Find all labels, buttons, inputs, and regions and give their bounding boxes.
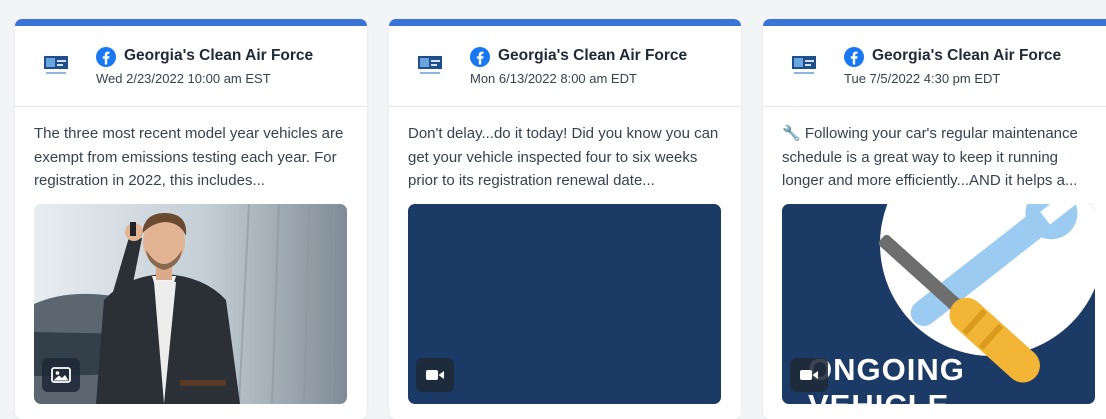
post-card[interactable]: Georgia's Clean Air Force Mon 6/13/2022 … — [389, 19, 741, 419]
post-text: Don't delay...do it today! Did you know … — [408, 125, 719, 189]
card-accent-bar — [389, 19, 741, 26]
page-logo-icon — [792, 56, 816, 74]
page-logo-icon — [44, 56, 68, 74]
post-card[interactable]: Georgia's Clean Air Force Wed 2/23/2022 … — [15, 19, 367, 419]
card-accent-bar — [15, 19, 367, 26]
post-media-video[interactable] — [408, 204, 721, 404]
post-text: 🔧 Following your car's regular maintenan… — [782, 125, 1078, 189]
post-card[interactable]: Georgia's Clean Air Force Tue 7/5/2022 4… — [763, 19, 1106, 419]
image-type-badge — [42, 358, 80, 392]
post-text: The three most recent model year vehicle… — [34, 125, 344, 189]
video-icon — [426, 370, 444, 380]
post-media-video[interactable]: ONGOING VEHICLE — [782, 204, 1095, 404]
page-name[interactable]: Georgia's Clean Air Force — [498, 47, 687, 65]
video-icon — [800, 370, 818, 380]
facebook-icon — [470, 47, 490, 67]
video-type-badge — [416, 358, 454, 392]
post-timestamp: Wed 2/23/2022 10:00 am EST — [96, 71, 271, 86]
card-header: Georgia's Clean Air Force Tue 7/5/2022 4… — [763, 26, 1106, 107]
card-header: Georgia's Clean Air Force Mon 6/13/2022 … — [389, 26, 741, 107]
facebook-icon — [96, 47, 116, 67]
video-type-badge — [790, 358, 828, 392]
page-logo-icon — [418, 56, 442, 74]
businessman-photo — [34, 204, 347, 404]
media-overlay-text: ONGOING — [808, 352, 965, 387]
post-timestamp: Tue 7/5/2022 4:30 pm EDT — [844, 71, 1001, 86]
page-name[interactable]: Georgia's Clean Air Force — [124, 47, 313, 65]
media-overlay-text: VEHICLE — [808, 388, 949, 404]
post-timestamp: Mon 6/13/2022 8:00 am EDT — [470, 71, 637, 86]
card-accent-bar — [763, 19, 1106, 26]
image-icon — [51, 367, 71, 383]
card-header: Georgia's Clean Air Force Wed 2/23/2022 … — [15, 26, 367, 107]
facebook-icon — [844, 47, 864, 67]
page-name[interactable]: Georgia's Clean Air Force — [872, 47, 1061, 65]
post-media-image[interactable] — [34, 204, 347, 404]
